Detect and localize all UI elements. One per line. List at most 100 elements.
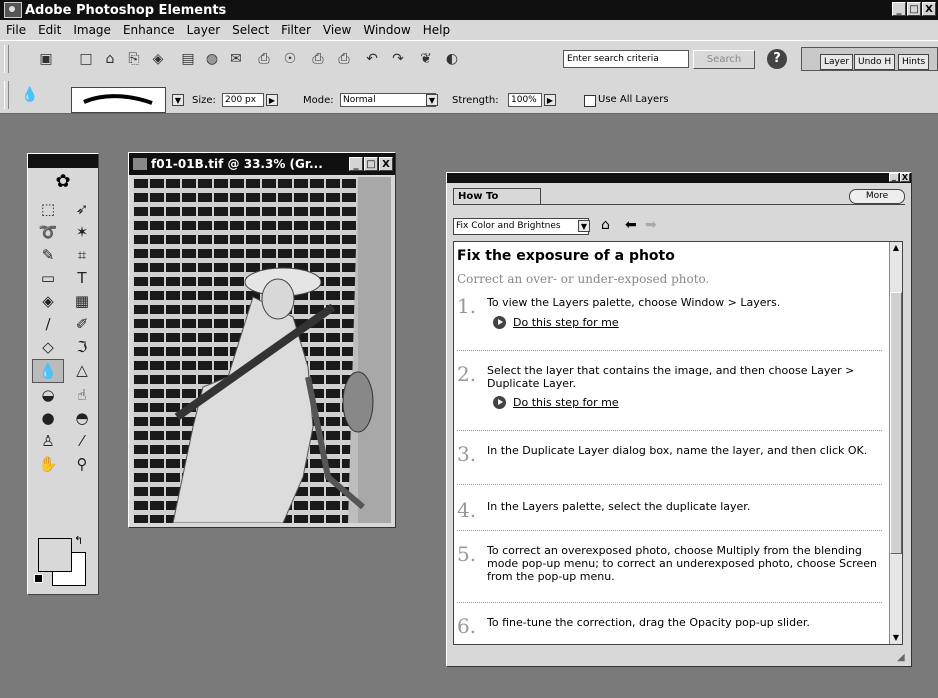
gradient-tool-icon[interactable]: ▦ (66, 290, 98, 312)
clone-stamp-icon[interactable]: ♙ (32, 430, 64, 452)
mode-dropdown-arrow[interactable]: ▼ (426, 94, 438, 106)
do-this-step-link[interactable]: Do this step for me (513, 396, 619, 409)
step-backward-icon[interactable]: ❦ (416, 49, 436, 69)
hand-tool-icon[interactable]: ✋ (32, 453, 64, 475)
topic-dropdown-arrow[interactable]: ▼ (578, 220, 590, 232)
online-print-icon[interactable]: ⎙ (334, 49, 354, 69)
brush-dropdown-arrow[interactable]: ▼ (172, 94, 184, 106)
menu-view[interactable]: View (317, 23, 357, 37)
attach-email-icon[interactable]: ✉ (226, 49, 246, 69)
maximize-button[interactable]: □ (907, 2, 921, 16)
close-button[interactable]: X (922, 2, 936, 16)
use-all-layers-checkbox[interactable] (584, 95, 596, 107)
redo-icon[interactable]: ↷ (388, 49, 408, 69)
brush-preview[interactable] (71, 87, 166, 113)
scroll-up-arrow-icon[interactable]: ▲ (890, 242, 902, 254)
blur-tool-icon[interactable]: 💧 (20, 85, 40, 105)
save-icon[interactable]: ▤ (178, 49, 198, 69)
how-to-close-button[interactable]: X (900, 173, 910, 182)
strength-slider-arrow[interactable]: ▶ (544, 94, 556, 106)
zoom-tool-icon[interactable]: ⚲ (66, 453, 98, 475)
search-input[interactable]: Enter search criteria (563, 50, 689, 68)
quick-fix-icon[interactable]: ▣ (36, 49, 56, 69)
palette-tab-hints[interactable]: Hints (898, 54, 930, 70)
forward-arrow-icon[interactable]: ➡ (645, 217, 657, 233)
menu-file[interactable]: File (0, 23, 32, 37)
selection-brush-icon[interactable]: ✎ (32, 244, 64, 266)
browse-icon[interactable]: ⎘ (124, 49, 144, 69)
undo-icon[interactable]: ↶ (362, 49, 382, 69)
more-button[interactable]: More (849, 189, 905, 204)
pencil-tool-icon[interactable]: ✐ (66, 313, 98, 335)
resize-grip-icon[interactable]: ◢ (897, 652, 909, 664)
magic-wand-icon[interactable]: ✶ (66, 221, 98, 243)
doc-close-button[interactable]: X (379, 157, 393, 171)
shape-tool-icon[interactable]: ▭ (32, 267, 64, 289)
play-icon[interactable] (493, 316, 506, 329)
brush-tool-icon[interactable]: ∕ (32, 313, 64, 335)
document-title-bar[interactable]: f01-01B.tif @ 33.3% (Gr... _ □ X (129, 153, 395, 175)
foreground-color-swatch[interactable] (38, 538, 72, 572)
app-title: Adobe Photoshop Elements (25, 2, 227, 18)
back-arrow-icon[interactable]: ⬅ (625, 217, 637, 233)
palette-tab-layers[interactable]: Layer (820, 54, 854, 70)
how-to-title-bar[interactable]: _ X (447, 173, 911, 183)
tab-how-to[interactable]: How To (453, 188, 541, 204)
default-colors-icon[interactable] (34, 574, 43, 583)
menu-select[interactable]: Select (226, 23, 275, 37)
mode-select[interactable]: Normal (340, 93, 436, 107)
crop-tool-icon[interactable]: ⌗ (66, 244, 98, 266)
minimize-button[interactable]: _ (892, 2, 906, 16)
print-icon[interactable]: ⎙ (308, 49, 328, 69)
menu-help[interactable]: Help (417, 23, 456, 37)
new-file-icon[interactable]: □ (76, 49, 96, 69)
home-icon[interactable]: ⌂ (601, 217, 610, 233)
import-icon[interactable]: ◈ (148, 49, 168, 69)
topic-select[interactable]: Fix Color and Brightnes (453, 218, 589, 235)
eyedropper-icon[interactable]: ⁄ (66, 430, 98, 452)
menu-edit[interactable]: Edit (32, 23, 67, 37)
save-for-web-icon[interactable]: ◍ (202, 49, 222, 69)
burn-tool-icon[interactable]: ◓ (66, 407, 98, 429)
sharpen-tool-icon[interactable]: △ (66, 359, 98, 381)
color-variations-icon[interactable]: ◐ (442, 49, 462, 69)
open-folder-icon[interactable]: ⌂ (100, 49, 120, 69)
blur-tool-active-icon[interactable]: 💧 (32, 359, 64, 383)
size-slider-arrow[interactable]: ▶ (266, 94, 278, 106)
print-preview-icon[interactable]: ⎙ (254, 49, 274, 69)
how-to-minimize-button[interactable]: _ (889, 173, 899, 182)
menu-layer[interactable]: Layer (181, 23, 226, 37)
eraser-tool-icon[interactable]: ◇ (32, 336, 64, 358)
search-button[interactable]: Search (693, 50, 755, 69)
help-button[interactable]: ? (767, 49, 787, 69)
strength-field[interactable]: 100% (508, 93, 542, 107)
sponge-tool-icon[interactable]: ◒ (32, 384, 64, 406)
swap-colors-icon[interactable]: ↰ (74, 534, 83, 547)
menu-filter[interactable]: Filter (275, 23, 317, 37)
size-field[interactable]: 200 px (222, 93, 264, 107)
options-grip[interactable] (4, 81, 9, 109)
photo-canvas[interactable] (133, 177, 391, 523)
red-eye-brush-icon[interactable]: ℑ (66, 336, 98, 358)
marquee-tool-icon[interactable]: ⬚ (32, 198, 64, 220)
toolbox-title-bar[interactable] (28, 154, 98, 168)
online-services-icon[interactable]: ☉ (280, 49, 300, 69)
smudge-tool-icon[interactable]: ☝ (66, 384, 98, 406)
scroll-down-arrow-icon[interactable]: ▼ (890, 632, 902, 644)
palette-tab-undo-history[interactable]: Undo H (854, 54, 896, 70)
menu-window[interactable]: Window (357, 23, 416, 37)
paint-bucket-icon[interactable]: ◈ (32, 290, 64, 312)
dodge-tool-icon[interactable]: ● (32, 407, 64, 429)
menu-image[interactable]: Image (67, 23, 117, 37)
move-tool-icon[interactable]: ➶ (66, 198, 98, 220)
doc-maximize-button[interactable]: □ (364, 157, 378, 171)
do-this-step-link[interactable]: Do this step for me (513, 316, 619, 329)
play-icon[interactable] (493, 396, 506, 409)
vertical-scrollbar[interactable]: ▲ ▼ (889, 242, 902, 644)
doc-minimize-button[interactable]: _ (349, 157, 363, 171)
menu-enhance[interactable]: Enhance (117, 23, 181, 37)
type-tool-icon[interactable]: T (66, 267, 98, 289)
scroll-thumb[interactable] (890, 292, 902, 554)
toolbar-grip[interactable] (4, 45, 9, 73)
lasso-tool-icon[interactable]: ➰ (32, 221, 64, 243)
